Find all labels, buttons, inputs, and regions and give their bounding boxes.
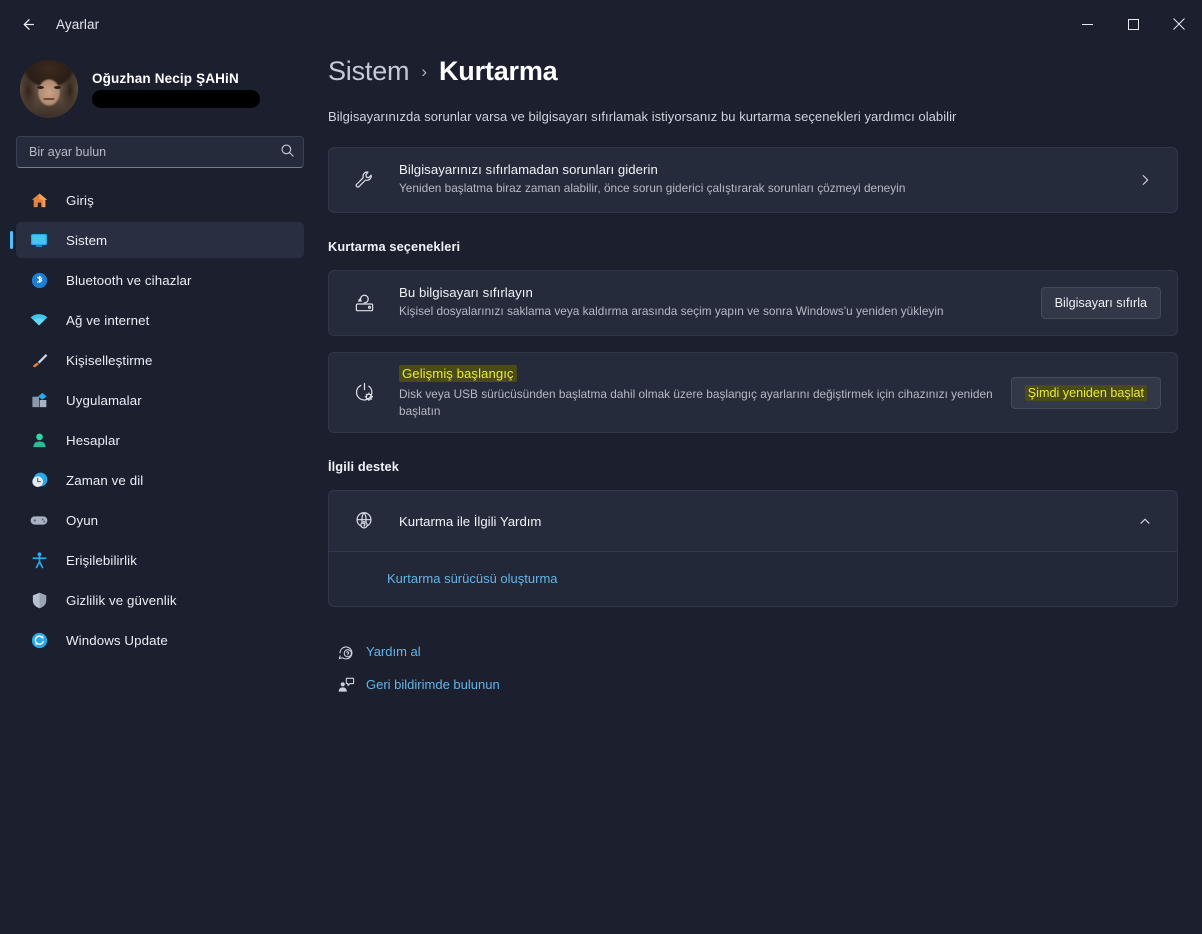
sidebar-item-windows-update[interactable]: Windows Update <box>16 622 304 658</box>
account-name: Oğuzhan Necip ŞAHiN <box>92 71 260 86</box>
sidebar-item-oyun[interactable]: Oyun <box>16 502 304 538</box>
maximize-button[interactable] <box>1110 0 1156 48</box>
get-help-label: Yardım al <box>366 644 421 659</box>
sidebar-item-giris[interactable]: Giriş <box>16 182 304 218</box>
window-controls <box>1064 0 1202 48</box>
give-feedback-row[interactable]: Geri bildirimde bulunun <box>332 668 1178 701</box>
give-feedback-label: Geri bildirimde bulunun <box>366 677 500 692</box>
reset-pc-card: Bu bilgisayarı sıfırlayın Kişisel dosyal… <box>328 270 1178 336</box>
reset-pc-icon <box>345 292 383 315</box>
account-info: Oğuzhan Necip ŞAHiN <box>92 71 260 108</box>
sidebar-item-label: Kişiselleştirme <box>66 353 152 368</box>
advanced-startup-texts: Gelişmiş başlangıç Disk veya USB sürücüs… <box>399 353 995 432</box>
troubleshoot-card[interactable]: Bilgisayarınızı sıfırlamadan sorunları g… <box>328 147 1178 213</box>
shield-icon <box>26 590 52 610</box>
recovery-help-title: Kurtarma ile İlgili Yardım <box>399 514 1129 529</box>
restart-now-button-label: Şimdi yeniden başlat <box>1025 385 1147 401</box>
sidebar-item-label: Uygulamalar <box>66 393 142 408</box>
reset-pc-subtitle: Kişisel dosyalarınızı saklama veya kaldı… <box>399 303 1025 320</box>
related-support-heading: İlgili destek <box>328 459 1178 474</box>
restart-now-button[interactable]: Şimdi yeniden başlat <box>1011 377 1161 409</box>
sidebar-nav: Giriş Sistem <box>16 182 304 658</box>
sidebar-item-label: Oyun <box>66 513 98 528</box>
sidebar-item-zaman-ve-dil[interactable]: Zaman ve dil <box>16 462 304 498</box>
help-question-icon <box>332 643 360 661</box>
search-box <box>16 136 304 168</box>
globe-help-icon <box>345 510 383 532</box>
sidebar-item-gizlilik-ve-guvenlik[interactable]: Gizlilik ve güvenlik <box>16 582 304 618</box>
sidebar-item-erisilebilirlik[interactable]: Erişilebilirlik <box>16 542 304 578</box>
sidebar-item-uygulamalar[interactable]: Uygulamalar <box>16 382 304 418</box>
chevron-right-icon[interactable] <box>1129 173 1161 187</box>
sidebar: Oğuzhan Necip ŞAHiN <box>0 48 320 934</box>
reset-pc-texts: Bu bilgisayarı sıfırlayın Kişisel dosyal… <box>399 273 1025 332</box>
window-title: Ayarlar <box>56 17 99 32</box>
paintbrush-icon <box>26 350 52 370</box>
sidebar-item-sistem[interactable]: Sistem <box>16 222 304 258</box>
recovery-options-heading: Kurtarma seçenekleri <box>328 239 1178 254</box>
bluetooth-icon <box>26 270 52 290</box>
create-recovery-drive-link[interactable]: Kurtarma sürücüsü oluşturma <box>387 571 558 586</box>
home-icon <box>26 190 52 210</box>
advanced-startup-card: Gelişmiş başlangıç Disk veya USB sürücüs… <box>328 352 1178 433</box>
troubleshoot-subtitle: Yeniden başlatma biraz zaman alabilir, ö… <box>399 180 1129 197</box>
search-icon[interactable] <box>280 143 295 163</box>
back-button[interactable] <box>10 7 44 41</box>
window-body: Oğuzhan Necip ŞAHiN <box>0 48 1202 934</box>
minimize-button[interactable] <box>1064 0 1110 48</box>
update-refresh-icon <box>26 630 52 650</box>
troubleshoot-texts: Bilgisayarınızı sıfırlamadan sorunları g… <box>399 150 1129 209</box>
wifi-icon <box>26 310 52 330</box>
power-gear-icon <box>345 381 383 404</box>
gamepad-icon <box>26 510 52 530</box>
feedback-icon <box>332 676 360 694</box>
account-email-redacted <box>92 90 260 108</box>
sidebar-item-label: Ağ ve internet <box>66 313 149 328</box>
avatar <box>20 60 78 118</box>
page-description: Bilgisayarınızda sorunlar varsa ve bilgi… <box>328 109 1178 124</box>
person-icon <box>26 430 52 450</box>
advanced-startup-title: Gelişmiş başlangıç <box>399 365 517 382</box>
accessibility-icon <box>26 550 52 570</box>
page-title: Kurtarma <box>439 56 557 87</box>
settings-window: Ayarlar Oğuzha <box>0 0 1202 934</box>
advanced-startup-subtitle: Disk veya USB sürücüsünden başlatma dahi… <box>399 386 995 420</box>
sidebar-item-bluetooth-ve-cihazlar[interactable]: Bluetooth ve cihazlar <box>16 262 304 298</box>
breadcrumb: Sistem › Kurtarma <box>328 56 1178 87</box>
chevron-up-icon[interactable] <box>1129 514 1161 528</box>
recovery-help-expander-body: Kurtarma sürücüsü oluşturma <box>329 551 1177 606</box>
avatar-mouth <box>44 98 55 100</box>
account-block[interactable]: Oğuzhan Necip ŞAHiN <box>16 52 304 126</box>
recovery-help-expander: Kurtarma ile İlgili Yardım Kurtarma sürü… <box>328 490 1178 607</box>
sidebar-item-label: Sistem <box>66 233 107 248</box>
breadcrumb-parent[interactable]: Sistem <box>328 56 409 87</box>
breadcrumb-separator-icon: › <box>421 62 427 82</box>
sidebar-item-label: Zaman ve dil <box>66 473 143 488</box>
monitor-icon <box>26 230 52 250</box>
sidebar-item-hesaplar[interactable]: Hesaplar <box>16 422 304 458</box>
avatar-photo <box>20 60 78 118</box>
sidebar-item-label: Erişilebilirlik <box>66 553 137 568</box>
apps-icon <box>26 390 52 410</box>
sidebar-item-label: Gizlilik ve güvenlik <box>66 593 177 608</box>
title-bar: Ayarlar <box>0 0 1202 48</box>
recovery-help-expander-header[interactable]: Kurtarma ile İlgili Yardım <box>329 491 1177 551</box>
sidebar-item-label: Windows Update <box>66 633 168 648</box>
wrench-icon <box>345 169 383 191</box>
avatar-eye-right <box>54 86 61 89</box>
clock-globe-icon <box>26 470 52 490</box>
sidebar-item-ag-ve-internet[interactable]: Ağ ve internet <box>16 302 304 338</box>
main-content: Sistem › Kurtarma Bilgisayarınızda sorun… <box>320 48 1202 934</box>
footer-links: Yardım al Geri bildirimde bulunun <box>328 635 1178 701</box>
search-input[interactable] <box>16 136 304 168</box>
get-help-row[interactable]: Yardım al <box>332 635 1178 668</box>
reset-pc-title: Bu bilgisayarı sıfırlayın <box>399 285 1025 300</box>
reset-pc-button[interactable]: Bilgisayarı sıfırla <box>1041 287 1161 319</box>
sidebar-item-label: Bluetooth ve cihazlar <box>66 273 192 288</box>
troubleshoot-title: Bilgisayarınızı sıfırlamadan sorunları g… <box>399 162 1129 177</box>
sidebar-item-label: Hesaplar <box>66 433 120 448</box>
sidebar-item-kisisellestirme[interactable]: Kişiselleştirme <box>16 342 304 378</box>
close-button[interactable] <box>1156 0 1202 48</box>
sidebar-item-label: Giriş <box>66 193 94 208</box>
